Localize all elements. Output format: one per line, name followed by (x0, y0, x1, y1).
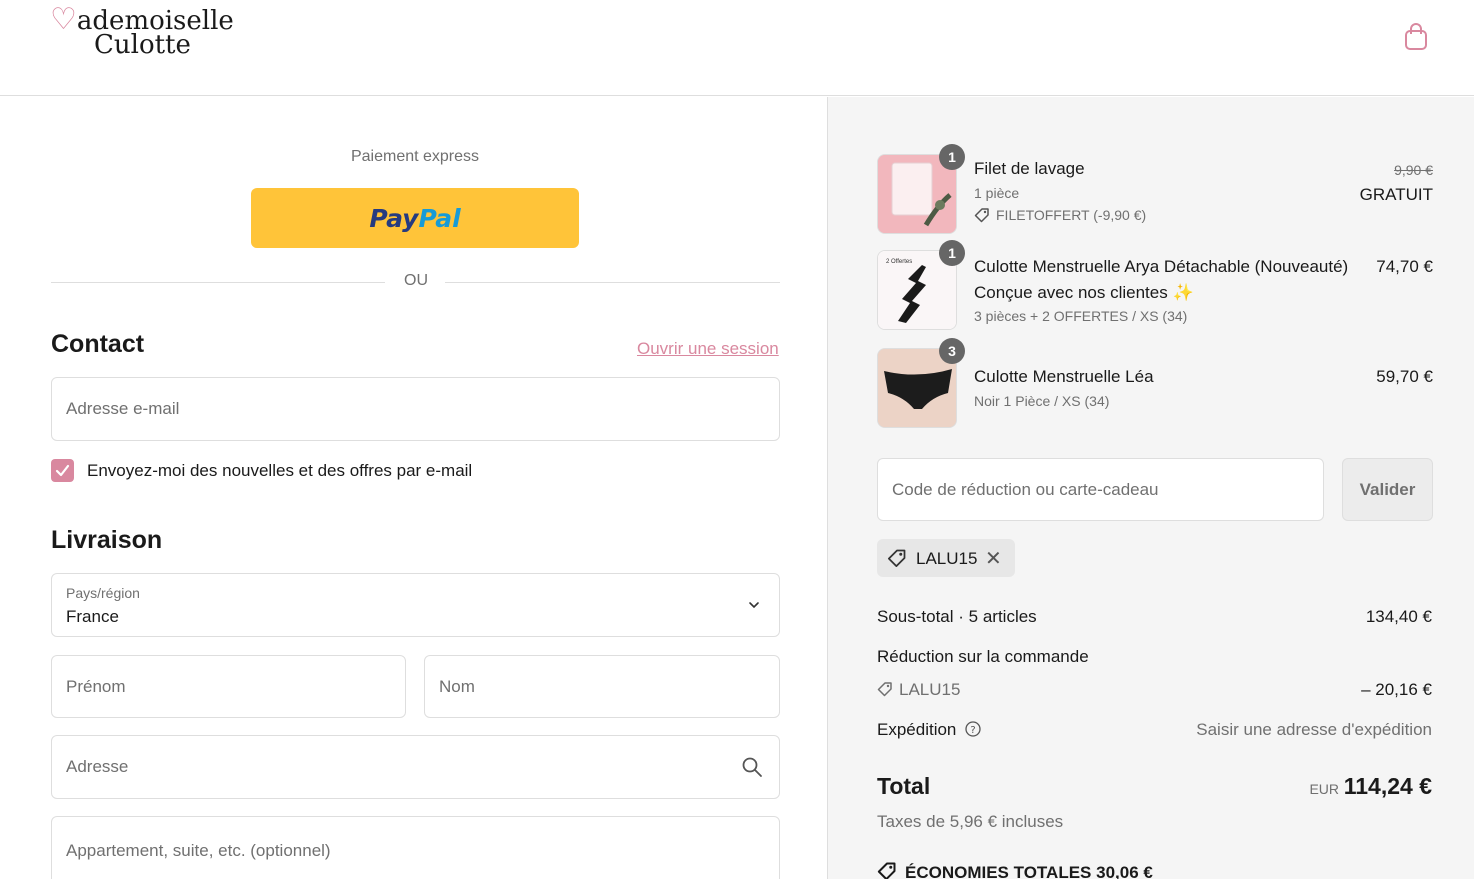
item-discount: FILETOFFERT (-9,90 €) (974, 207, 1146, 223)
item-price: GRATUIT (1359, 185, 1433, 204)
address2-field[interactable]: Appartement, suite, etc. (optionnel) (51, 816, 780, 879)
discount-code-input[interactable]: Code de réduction ou carte-cadeau (877, 458, 1324, 521)
tag-icon (877, 862, 896, 879)
item-variant: 3 pièces + 2 OFFERTES / XS (34) (974, 308, 1188, 324)
shipping-label: Expédition ? (877, 720, 981, 740)
subtotal-value: 134,40 € (1365, 607, 1432, 626)
chevron-down-icon (749, 602, 759, 609)
item-price: 59,70 € (1376, 367, 1433, 386)
cart-item: 1 Filet de lavage 1 pièce FILETOFFERT (-… (877, 144, 1433, 234)
search-icon[interactable] (741, 756, 763, 778)
order-summary: 1 Filet de lavage 1 pièce FILETOFFERT (-… (827, 97, 1474, 879)
applied-discount-chip: LALU15 ✕ (877, 539, 1015, 577)
brand-logo[interactable]: ♡ademoiselle Culotte (50, 2, 250, 60)
or-divider: OU (51, 272, 780, 294)
heart-icon: ♡ (50, 2, 77, 37)
email-field[interactable]: Adresse e-mail (51, 377, 780, 441)
item-original-price: 9,90 € (1394, 162, 1433, 178)
cart-item: 2 Offertes 1 Culotte Menstruelle Arya Dé… (877, 240, 1433, 330)
apply-discount-button[interactable]: Valider (1342, 458, 1433, 521)
applied-code: LALU15 (916, 549, 978, 568)
order-discount-code: LALU15 (877, 680, 960, 700)
item-title: Culotte Menstruelle Arya Détachable (Nou… (974, 257, 1349, 276)
total-amount: 114,24 € (1343, 773, 1432, 799)
login-link[interactable]: Ouvrir une session (637, 339, 779, 359)
total-currency: EUR (1309, 781, 1339, 797)
cart-item: 3 Culotte Menstruelle Léa Noir 1 Pièce /… (877, 338, 1433, 428)
paypal-button[interactable]: Pay Pal (251, 188, 579, 248)
shipping-value: Saisir une adresse d'expédition (1196, 720, 1432, 739)
quantity-badge: 1 (939, 144, 965, 170)
thumbnail-caption: 2 Offertes (886, 259, 913, 265)
or-text: OU (404, 272, 428, 289)
delivery-title: Livraison (51, 526, 163, 554)
country-label: Pays/région (66, 585, 140, 601)
check-icon (55, 464, 70, 477)
tax-info: Taxes de 5,96 € incluses (877, 812, 1064, 831)
address-field[interactable]: Adresse (51, 735, 780, 799)
site-header: ♡ademoiselle Culotte (0, 0, 1474, 96)
help-icon[interactable]: ? (965, 721, 981, 737)
discount-placeholder: Code de réduction ou carte-cadeau (892, 480, 1159, 499)
svg-text:?: ? (970, 725, 975, 736)
item-title: Culotte Menstruelle Léa (974, 367, 1154, 386)
lastname-field[interactable]: Nom (424, 655, 780, 718)
express-checkout-label: Paiement express (350, 148, 480, 165)
address-placeholder: Adresse (66, 757, 129, 776)
contact-title: Contact (51, 330, 145, 358)
order-discount-label: Réduction sur la commande (877, 647, 1089, 666)
total-label: Total (877, 773, 931, 799)
order-discount-value: – 20,16 € (1361, 680, 1432, 699)
tag-icon (974, 208, 989, 223)
divider-line (51, 282, 385, 283)
tag-icon (888, 549, 906, 567)
shopping-bag-icon[interactable] (1402, 22, 1430, 52)
total-savings: ÉCONOMIES TOTALES 30,06 € (877, 861, 1153, 879)
item-variant: 1 pièce (974, 185, 1020, 201)
firstname-field[interactable]: Prénom (51, 655, 406, 718)
checkout-form: Paiement express Pay Pal OU Contact Ouvri… (0, 97, 827, 879)
remove-discount-icon[interactable]: ✕ (985, 546, 1002, 571)
tag-icon (877, 682, 892, 697)
newsletter-checkbox[interactable] (51, 459, 74, 482)
country-select[interactable]: Pays/région France (51, 573, 780, 637)
address2-placeholder: Appartement, suite, etc. (optionnel) (66, 841, 331, 860)
item-price: 74,70 € (1376, 257, 1433, 276)
divider-line (445, 282, 780, 283)
item-subtitle: Conçue avec nos clientes ✨ (974, 283, 1194, 302)
item-title: Filet de lavage (974, 159, 1085, 178)
paypal-logo-part-2: Pal (418, 203, 461, 233)
lastname-placeholder: Nom (439, 676, 475, 696)
country-value: France (66, 607, 119, 626)
quantity-badge: 3 (939, 338, 965, 364)
newsletter-label: Envoyez-moi des nouvelles et des offres … (87, 461, 473, 480)
quantity-badge: 1 (939, 240, 965, 266)
subtotal-label: Sous-total · 5 articles (877, 607, 1037, 626)
firstname-placeholder: Prénom (66, 676, 126, 696)
paypal-logo-part-1: Pay (369, 203, 419, 233)
logo-line-2: Culotte (94, 30, 191, 60)
item-variant: Noir 1 Pièce / XS (34) (974, 393, 1110, 409)
email-placeholder: Adresse e-mail (66, 399, 180, 418)
